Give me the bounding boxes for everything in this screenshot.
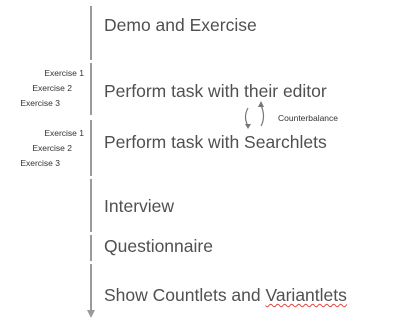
counterbalance-arrowhead-down — [245, 124, 251, 129]
step-perform-task-editor: Perform task with their editor — [104, 81, 327, 101]
counterbalance-arrow-up — [260, 104, 265, 127]
step-show-countlets-variantlets: Show Countlets and Variantlets — [104, 285, 347, 306]
editor-exercise-2: Exercise 2 — [32, 83, 72, 93]
step-label-part-a: Show Countlets and — [104, 285, 266, 305]
counterbalance-label: Counterbalance — [278, 113, 339, 123]
step-perform-task-searchlets: Perform task with Searchlets — [104, 132, 327, 152]
editor-exercise-3: Exercise 3 — [20, 98, 60, 108]
counterbalance-arrow-down — [244, 107, 249, 127]
searchlets-exercise-2: Exercise 2 — [32, 143, 72, 153]
searchlets-exercise-3: Exercise 3 — [20, 158, 60, 168]
timeline-arrowhead — [87, 310, 95, 318]
editor-exercise-1: Exercise 1 — [44, 68, 84, 78]
step-interview: Interview — [104, 196, 175, 216]
searchlets-exercise-1: Exercise 1 — [44, 128, 84, 138]
step-questionnaire: Questionnaire — [104, 236, 213, 256]
step-label-part-b: Variantlets — [265, 285, 347, 305]
step-demo-and-exercise: Demo and Exercise — [104, 15, 257, 35]
